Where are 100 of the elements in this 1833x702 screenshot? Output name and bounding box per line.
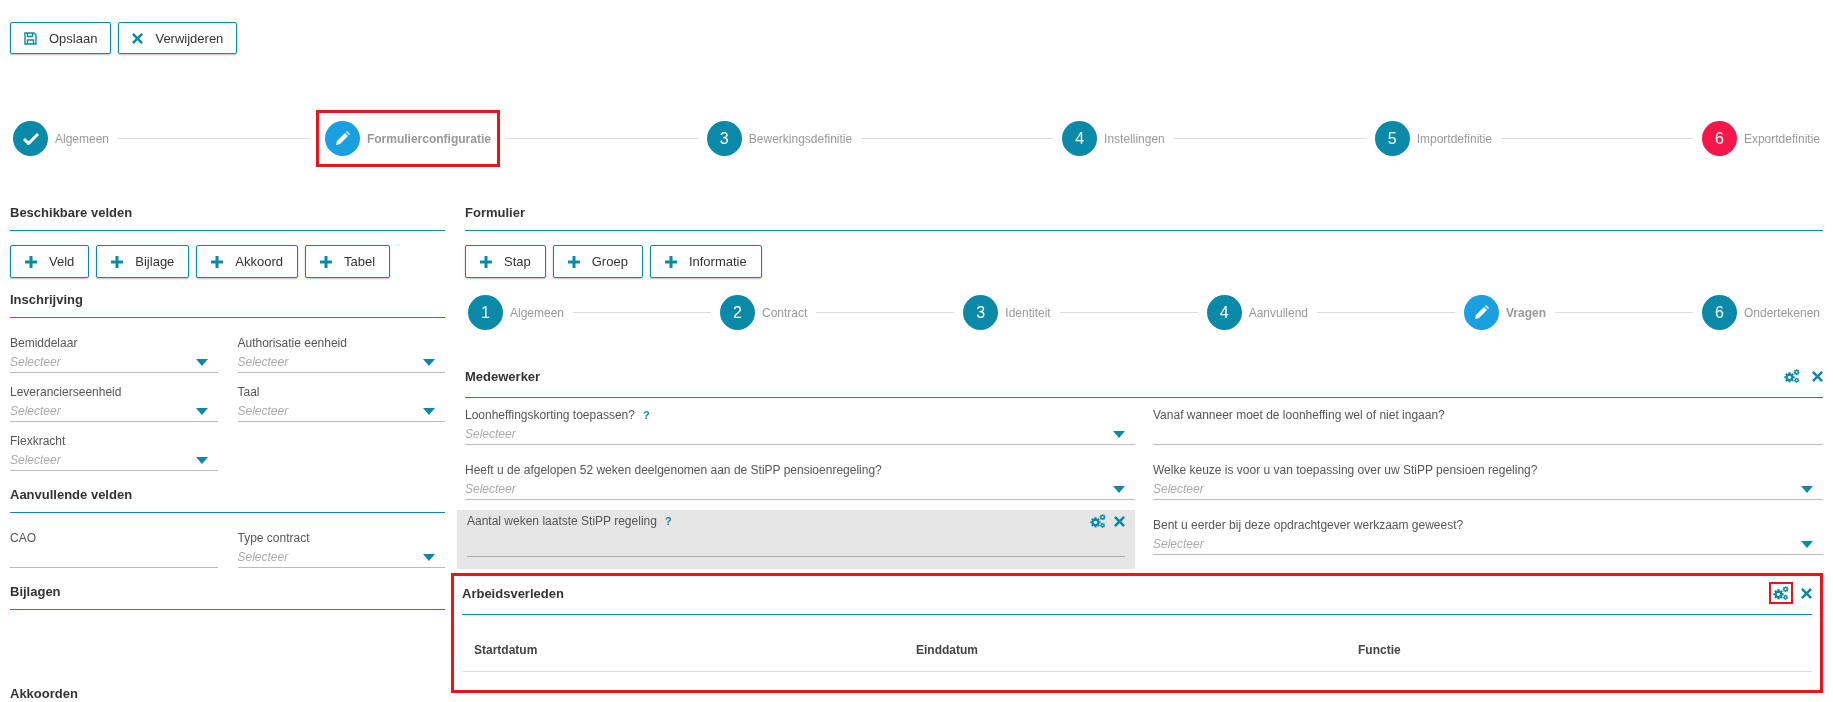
dropdown-caret-icon — [195, 407, 208, 415]
settings-icon[interactable] — [1090, 514, 1106, 528]
step-label: Identiteit — [1005, 305, 1051, 320]
step-circle[interactable]: 2 — [720, 295, 755, 330]
select-field[interactable]: Selecteer — [465, 424, 1135, 445]
form-field[interactable]: Authorisatie eenheid Selecteer — [237, 332, 445, 381]
add-button[interactable]: Akkoord — [196, 245, 299, 278]
form-field[interactable]: Taal Selecteer — [237, 381, 445, 430]
form-field[interactable]: Loonheffingskorting toepassen? ? Selecteer — [465, 404, 1135, 459]
help-mark[interactable]: ? — [642, 409, 650, 421]
settings-icon[interactable] — [1769, 582, 1793, 604]
dropdown-caret-icon — [1113, 485, 1125, 493]
help-mark[interactable]: ? — [664, 515, 672, 527]
section-heading: Beschikbare velden — [10, 205, 134, 220]
step-label: Aanvullend — [1248, 305, 1309, 320]
step-circle[interactable]: 3 — [963, 295, 999, 330]
step-label: Algemeen — [55, 131, 110, 146]
step-circle[interactable]: 3 — [706, 121, 742, 156]
step-circle[interactable]: 1 — [468, 295, 503, 330]
select-field[interactable]: Selecteer — [10, 401, 218, 422]
check-icon — [22, 132, 39, 145]
step-label: Instellingen — [1104, 131, 1165, 146]
plus-icon — [25, 255, 37, 268]
step[interactable]: 3 Identiteit — [960, 292, 1054, 333]
step-label: Importdefinitie — [1416, 131, 1493, 146]
section-heading: Arbeidsverleden — [462, 585, 565, 601]
field-label: Leverancierseenheid — [10, 385, 122, 399]
field-label: Loonheffingskorting toepassen? — [465, 408, 635, 422]
close-icon[interactable] — [1801, 587, 1812, 599]
step-label: Algemeen — [510, 305, 565, 320]
field-label: Heeft u de afgelopen 52 weken deelgenomen aan de StiPP pensioenregeling? — [465, 463, 882, 477]
step[interactable]: 6 Exportdefinitie — [1698, 118, 1823, 159]
step[interactable]: Vragen — [1461, 292, 1549, 333]
dropdown-caret-icon — [423, 553, 435, 561]
step-circle[interactable]: 4 — [1062, 121, 1098, 156]
step-circle[interactable]: 5 — [1374, 121, 1410, 156]
add-button[interactable]: Tabel — [305, 245, 391, 278]
dropdown-caret-icon — [195, 456, 208, 464]
field-label: CAO — [10, 531, 36, 545]
column-header: Einddatum — [916, 643, 979, 657]
close-icon[interactable] — [1114, 515, 1125, 527]
field-label: Vanaf wanneer moet de loonheffing wel of niet ingaan? — [1153, 408, 1445, 422]
select-field[interactable]: Selecteer — [465, 479, 1135, 500]
step-circle[interactable] — [1464, 295, 1499, 330]
section-heading: Formulier — [465, 205, 526, 220]
select-field[interactable]: Selecteer — [10, 450, 218, 471]
step[interactable]: 5 Importdefinitie — [1371, 118, 1496, 159]
delete-button[interactable]: Verwijderen — [118, 22, 238, 54]
select-field[interactable]: Selecteer — [237, 401, 445, 422]
highlight-frame[interactable]: Formulierconfiguratie — [315, 110, 500, 167]
step-circle[interactable]: 6 — [1701, 295, 1737, 330]
column-header: Functie — [1358, 643, 1402, 657]
close-icon[interactable] — [1812, 370, 1823, 382]
field-label: Aantal weken laatste StiPP regeling — [467, 514, 657, 528]
step-circle[interactable]: 6 — [1701, 121, 1737, 156]
step-circle[interactable] — [324, 121, 360, 156]
step-circle[interactable]: 4 — [1206, 295, 1242, 330]
select-field[interactable]: Selecteer — [237, 547, 445, 568]
form-field[interactable]: Bemiddelaar Selecteer — [10, 332, 218, 381]
select-field[interactable]: Selecteer — [1153, 534, 1823, 555]
form-field[interactable]: Flexkracht Selecteer — [10, 430, 218, 479]
step[interactable]: 3 Bewerkingsdefinitie — [703, 118, 856, 159]
add-button[interactable]: Informatie — [649, 245, 762, 278]
step[interactable]: 4 Aanvullend — [1203, 292, 1312, 333]
add-button[interactable]: Stap — [465, 245, 546, 278]
save-button[interactable]: Opslaan — [10, 22, 112, 54]
plus-icon — [111, 255, 124, 268]
selected-field-card[interactable]: Aantal weken laatste StiPP regeling ? — [457, 510, 1135, 569]
select-field[interactable]: Selecteer — [1153, 479, 1823, 500]
plus-icon — [320, 255, 333, 268]
section-heading: Inschrijving — [10, 292, 84, 307]
form-field[interactable]: Vanaf wanneer moet de loonheffing wel of niet ingaan? — [1153, 404, 1823, 459]
step-label: Exportdefinitie — [1743, 131, 1820, 146]
form-field[interactable]: CAO — [10, 527, 218, 576]
select-field[interactable]: Selecteer — [10, 352, 218, 373]
form-field[interactable]: Type contract Selecteer — [237, 527, 445, 576]
step-label: Ondertekenen — [1743, 305, 1821, 320]
delete-icon[interactable] — [132, 32, 144, 44]
form-field[interactable]: Leverancierseenheid Selecteer — [10, 381, 218, 430]
pencil-icon — [334, 131, 350, 146]
field-label: Flexkracht — [10, 434, 66, 448]
step-circle[interactable] — [13, 121, 48, 156]
select-field[interactable]: Selecteer — [237, 352, 445, 373]
form-field[interactable]: Welke keuze is voor u van toepassing over uw StiPP pensioen regeling? Selecteer — [1153, 459, 1823, 514]
add-button[interactable]: Groep — [552, 245, 643, 278]
add-button[interactable]: Bijlage — [96, 245, 190, 278]
step[interactable]: 6 Ondertekenen — [1698, 292, 1824, 333]
dropdown-caret-icon — [195, 358, 208, 366]
form-field[interactable]: Bent u eerder bij deze opdrachtgever werkzaam geweest? Selecteer — [1153, 514, 1823, 569]
dropdown-caret-icon — [1113, 430, 1125, 438]
field-label: Authorisatie eenheid — [237, 336, 347, 350]
step[interactable]: 4 Instellingen — [1059, 118, 1168, 159]
add-button[interactable]: Veld — [10, 245, 90, 278]
step[interactable]: 2 Contract — [717, 292, 811, 333]
dropdown-caret-icon — [1801, 485, 1813, 493]
step[interactable]: Algemeen — [10, 118, 113, 159]
step[interactable]: 1 Algemeen — [465, 292, 568, 333]
dropdown-caret-icon — [423, 358, 435, 366]
step-label: Contract — [762, 305, 808, 320]
field-label: Bemiddelaar — [10, 336, 78, 350]
